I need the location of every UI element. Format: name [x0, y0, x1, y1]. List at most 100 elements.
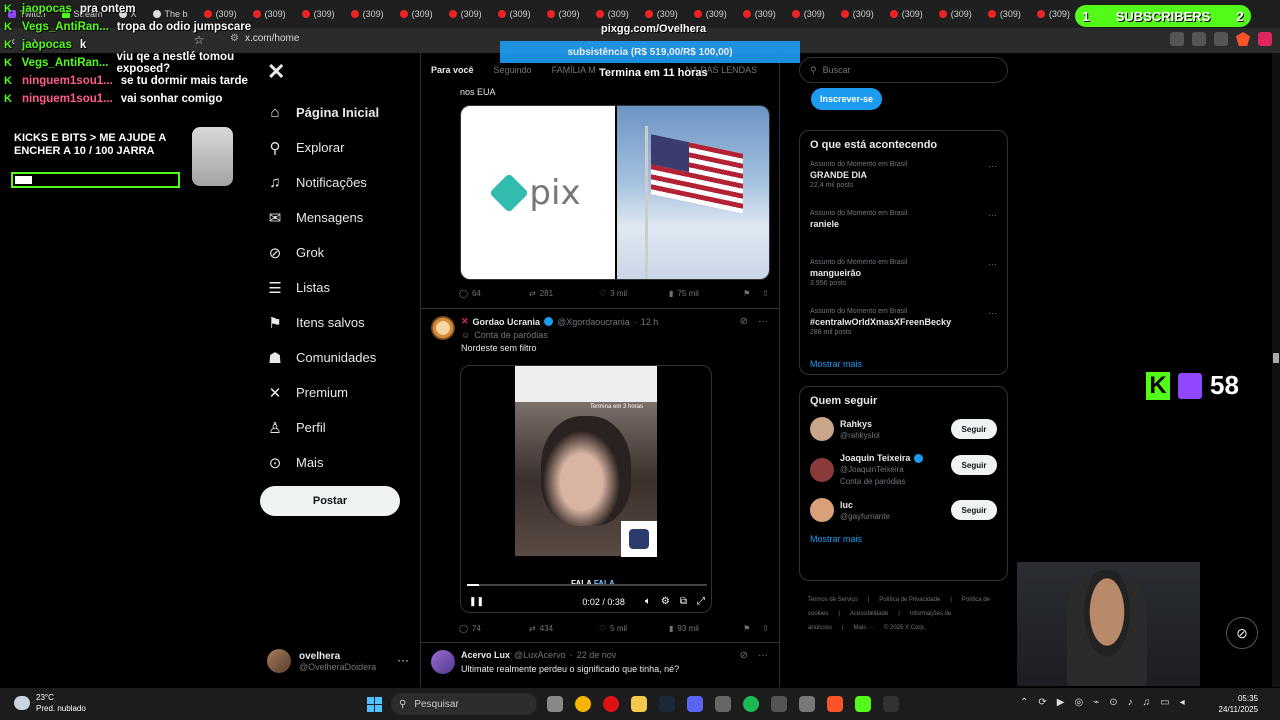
share-icon[interactable]: ⇧ — [762, 624, 769, 633]
browser-tab[interactable]: (309) — [343, 3, 392, 25]
follow-button[interactable]: Seguir — [951, 500, 997, 520]
spotify-icon[interactable] — [743, 696, 759, 712]
author-handle[interactable]: @LuxAcervo — [514, 650, 566, 660]
more-dots-icon[interactable]: ··· — [988, 308, 997, 318]
app-icon[interactable] — [799, 696, 815, 712]
tweet-time[interactable]: 22 de nov — [577, 650, 617, 660]
share-icon[interactable] — [1214, 32, 1228, 46]
chevron-up-icon[interactable]: ⌃ — [1020, 697, 1028, 708]
browser-tab[interactable]: (309) — [539, 3, 588, 25]
trend-item[interactable]: Assunto do Momento em Brasil mangueirão 3.… — [810, 259, 997, 308]
video-player[interactable]: Termina em 3 horas FALA FALA ❚❚ 0:02 / 0… — [460, 365, 712, 613]
grok-icon[interactable]: ⊘ — [740, 650, 748, 661]
subscribe-premium-button[interactable]: Inscrever-se — [811, 88, 882, 110]
search-input[interactable]: ⚲ Buscar — [799, 57, 1008, 83]
discord-icon[interactable] — [687, 696, 703, 712]
browser-tab[interactable]: (309) — [686, 3, 735, 25]
avatar[interactable] — [431, 316, 455, 340]
more-dots-icon[interactable]: ··· — [988, 259, 997, 269]
scrollbar-thumb[interactable] — [1273, 353, 1279, 363]
kick-icon[interactable] — [855, 696, 871, 712]
sidebar-item-notifica-es[interactable]: ♫ Notificações — [266, 165, 379, 200]
footer-link[interactable]: Termos de Serviço — [808, 597, 858, 603]
repost-button[interactable]: ⇄ 434 — [529, 624, 599, 633]
browser-tab[interactable]: (309) — [294, 3, 343, 25]
browser-tab[interactable]: (309) — [833, 3, 882, 25]
grok-icon[interactable]: ⊘ — [740, 316, 748, 327]
footer-link[interactable]: Acessibilidade — [850, 611, 888, 617]
bookmark-icon[interactable]: ⚑ — [743, 289, 750, 298]
reply-button[interactable]: ◯ 64 — [459, 289, 529, 298]
trend-item[interactable]: Assunto do Momento em Brasil #centralwOrl… — [810, 308, 997, 357]
brave-shields-icon[interactable] — [1236, 32, 1250, 46]
footer-link[interactable]: Política de Privacidade — [879, 597, 940, 603]
app-icon[interactable] — [771, 696, 787, 712]
tab-list-familia[interactable]: FAMÍLIA M — [552, 65, 596, 75]
file-explorer-icon[interactable] — [631, 696, 647, 712]
brave-icon[interactable] — [827, 696, 843, 712]
taskbar-search[interactable]: ⚲ Pesquisar — [391, 693, 537, 715]
tab-for-you[interactable]: Para você — [431, 65, 474, 75]
post-button[interactable]: Postar — [260, 486, 400, 516]
bluetooth-icon[interactable]: ⌁ — [1093, 697, 1099, 708]
grok-floating-icon[interactable]: ⊘ — [1226, 617, 1258, 649]
repost-button[interactable]: ⇄ 281 — [529, 289, 599, 298]
display-icon[interactable]: ▭ — [1160, 697, 1169, 708]
microphone-icon[interactable]: ♪ — [1128, 697, 1133, 708]
browser-tab[interactable]: (309) — [980, 3, 1029, 25]
like-button[interactable]: ♡ 3 mil — [599, 289, 669, 298]
browser-tab[interactable]: (309) — [637, 3, 686, 25]
extension-icon[interactable] — [1170, 32, 1184, 46]
views-button[interactable]: ▮ 75 mil — [669, 289, 739, 298]
sidebar-item-grok[interactable]: ⊘ Grok — [266, 235, 379, 270]
browser-tab[interactable]: (309) — [490, 3, 539, 25]
sidebar-item-mais[interactable]: ⊙ Mais — [266, 445, 379, 480]
browser-tab[interactable]: (309) — [588, 3, 637, 25]
tray-app-icon[interactable]: ▶ — [1057, 697, 1065, 708]
follow-button[interactable]: Seguir — [951, 455, 997, 475]
volume-icon[interactable]: ◂ — [1180, 697, 1185, 708]
pause-icon[interactable]: ❚❚ — [469, 596, 484, 607]
epic-games-icon[interactable] — [883, 696, 899, 712]
trend-item[interactable]: Assunto do Momento em Brasil raniele ··· — [810, 210, 997, 259]
pip-icon[interactable]: ⧉ — [680, 596, 687, 607]
follow-suggestion[interactable]: Rahkys @rahkyslol Seguir — [810, 417, 997, 441]
taskbar-clock[interactable]: 05:35 24/11/2025 — [1219, 693, 1258, 715]
sidebar-item-mensagens[interactable]: ✉ Mensagens — [266, 200, 379, 235]
browser-tab[interactable]: (309) — [441, 3, 490, 25]
tray-app-icon[interactable]: ◎ — [1074, 697, 1083, 708]
weather-widget[interactable]: 23°C Pred. nublado — [14, 692, 86, 714]
author-name[interactable]: Gordao Ucrania — [473, 317, 541, 327]
task-view-icon[interactable] — [547, 696, 563, 712]
bookmark-icon[interactable]: ⚑ — [743, 624, 750, 633]
tray-app-icon[interactable]: ⊙ — [1109, 697, 1117, 708]
browser-tab[interactable]: (309) — [735, 3, 784, 25]
avatar[interactable] — [810, 498, 834, 522]
tweet-time[interactable]: 12 h — [641, 317, 659, 327]
fullscreen-icon[interactable]: ⤢ — [697, 596, 705, 607]
reply-button[interactable]: ◯ 74 — [459, 624, 529, 633]
tab-following[interactable]: Seguindo — [494, 65, 532, 75]
browser-tab[interactable]: (309) — [882, 3, 931, 25]
tray-app-icon[interactable]: ⟳ — [1038, 697, 1046, 708]
sidebar-item-perfil[interactable]: ♙ Perfil — [266, 410, 379, 445]
speaker-icon[interactable]: ♫ — [1143, 697, 1151, 708]
more-dots-icon[interactable]: ··· — [758, 650, 768, 661]
more-dots-icon[interactable]: ··· — [758, 316, 768, 327]
opera-icon[interactable] — [603, 696, 619, 712]
follow-button[interactable]: Seguir — [951, 419, 997, 439]
avatar[interactable] — [810, 417, 834, 441]
footer-link[interactable]: Mais ··· — [854, 625, 874, 631]
more-dots-icon[interactable]: ··· — [988, 161, 997, 171]
sidebar-item-premium[interactable]: ✕ Premium — [266, 375, 379, 410]
sidebar-item-itens-salvos[interactable]: ⚑ Itens salvos — [266, 305, 379, 340]
sidebar-item-comunidades[interactable]: ☗ Comunidades — [266, 340, 379, 375]
steam-icon[interactable] — [659, 696, 675, 712]
tweet-media[interactable]: pix — [460, 105, 770, 280]
show-more-trends-link[interactable]: Mostrar mais — [810, 359, 997, 369]
follow-suggestion[interactable]: Joaquin Teixeira @JoaquinTeixeira Conta de… — [810, 453, 997, 486]
avatar[interactable] — [431, 650, 455, 674]
settings-gear-icon[interactable]: ⚙ — [661, 596, 670, 607]
like-button[interactable]: ♡ 5 mil — [599, 624, 669, 633]
author-handle[interactable]: @Xgordaoucrania — [557, 317, 630, 327]
